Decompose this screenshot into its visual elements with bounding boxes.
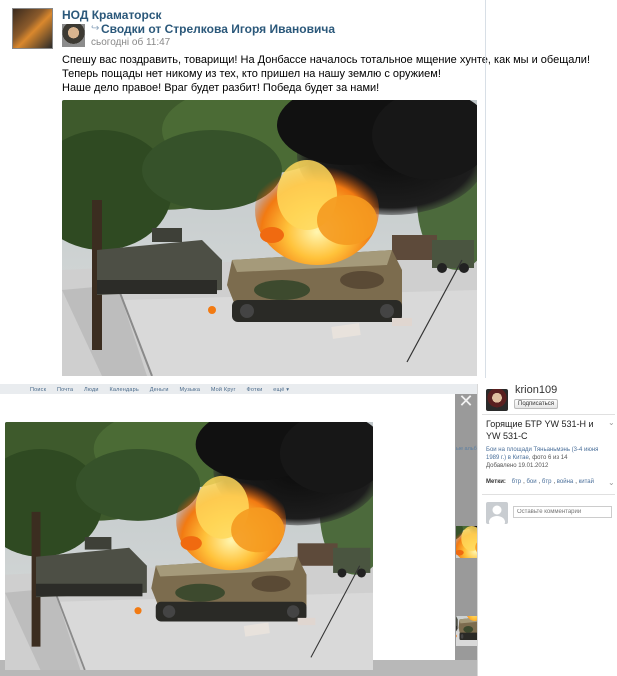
tag-link[interactable]: бои	[526, 479, 536, 485]
tags-row: Метки: бтр, бои, бтр, война, китай	[486, 479, 594, 485]
close-icon[interactable]: ✕	[457, 392, 475, 410]
subscribe-button[interactable]: Подписаться	[514, 399, 558, 409]
author-name-link[interactable]: krion109	[515, 384, 557, 396]
menu-item[interactable]: Поиск	[30, 387, 46, 393]
photo-info-sidebar: krion109 Подписаться Горящие БТР YW 531-…	[477, 384, 617, 676]
tag-link[interactable]: война	[557, 479, 573, 485]
divider	[482, 494, 615, 495]
photo-description: Бои на площади Тяньаньмэнь (3-4 июня 198…	[486, 447, 599, 469]
menu-item[interactable]: Мой Круг	[211, 387, 236, 393]
menu-item[interactable]: Фотки	[246, 387, 262, 393]
photo-viewer-screenshot: Поиск Почта Люди Календарь Деньги Музыка…	[0, 384, 617, 676]
tag-link[interactable]: китай	[579, 479, 594, 485]
chevron-down-icon[interactable]: ⌄	[608, 418, 615, 427]
photo-counter: фото 6 из 14	[532, 455, 568, 461]
post-photo-burning-apc[interactable]	[62, 100, 477, 376]
thumbnail[interactable]	[456, 526, 477, 558]
author-avatar[interactable]	[486, 389, 508, 411]
photo-title: Горящие БТР YW 531-H и YW 531-C	[486, 419, 594, 441]
tags-label: Метки:	[486, 479, 506, 485]
group-avatar[interactable]	[12, 8, 53, 49]
repost-arrow-icon: ↪	[91, 23, 100, 34]
menu-item-more[interactable]: ещё ▾	[273, 387, 289, 393]
group-name-link[interactable]: НОД Краматорск	[62, 8, 162, 22]
post-right-border	[485, 0, 486, 378]
menu-item[interactable]: Почта	[57, 387, 73, 393]
menu-item[interactable]: Деньги	[150, 387, 169, 393]
menu-item[interactable]: Люди	[84, 387, 99, 393]
tag-link[interactable]: бтр	[512, 479, 522, 485]
divider	[482, 414, 615, 415]
sidebar-border	[477, 384, 478, 676]
added-date: Добавлено 19.01.2012	[486, 463, 549, 469]
repost-source-link[interactable]: Сводки от Стрелкова Игоря Ивановича	[101, 22, 335, 36]
user-avatar-placeholder-icon	[486, 502, 508, 524]
top-menu: Поиск Почта Люди Календарь Деньги Музыка…	[30, 387, 298, 393]
viewer-photo-burning-apc[interactable]	[5, 422, 373, 670]
comment-input[interactable]	[513, 506, 612, 518]
menu-item[interactable]: Музыка	[179, 387, 200, 393]
menu-item[interactable]: Календарь	[109, 387, 139, 393]
post-timestamp[interactable]: сьогодні об 11:47	[91, 37, 170, 48]
repost-author-avatar[interactable]	[62, 24, 85, 47]
post-text-line: Спешу вас поздравить, товарищи! На Донба…	[62, 54, 590, 66]
post-text-line: Теперь пощады нет никому из тех, кто при…	[62, 68, 441, 80]
post-text: Спешу вас поздравить, товарищи! На Донба…	[62, 53, 590, 95]
thumbnail[interactable]	[456, 616, 477, 646]
post-text-line: Наше дело правое! Враг будет разбит! Поб…	[62, 82, 380, 94]
tag-link[interactable]: бтр	[542, 479, 552, 485]
chevron-down-icon[interactable]: ⌄	[608, 478, 615, 487]
vk-post: НОД Краматорск ↪ Сводки от Стрелкова Иго…	[0, 0, 590, 378]
